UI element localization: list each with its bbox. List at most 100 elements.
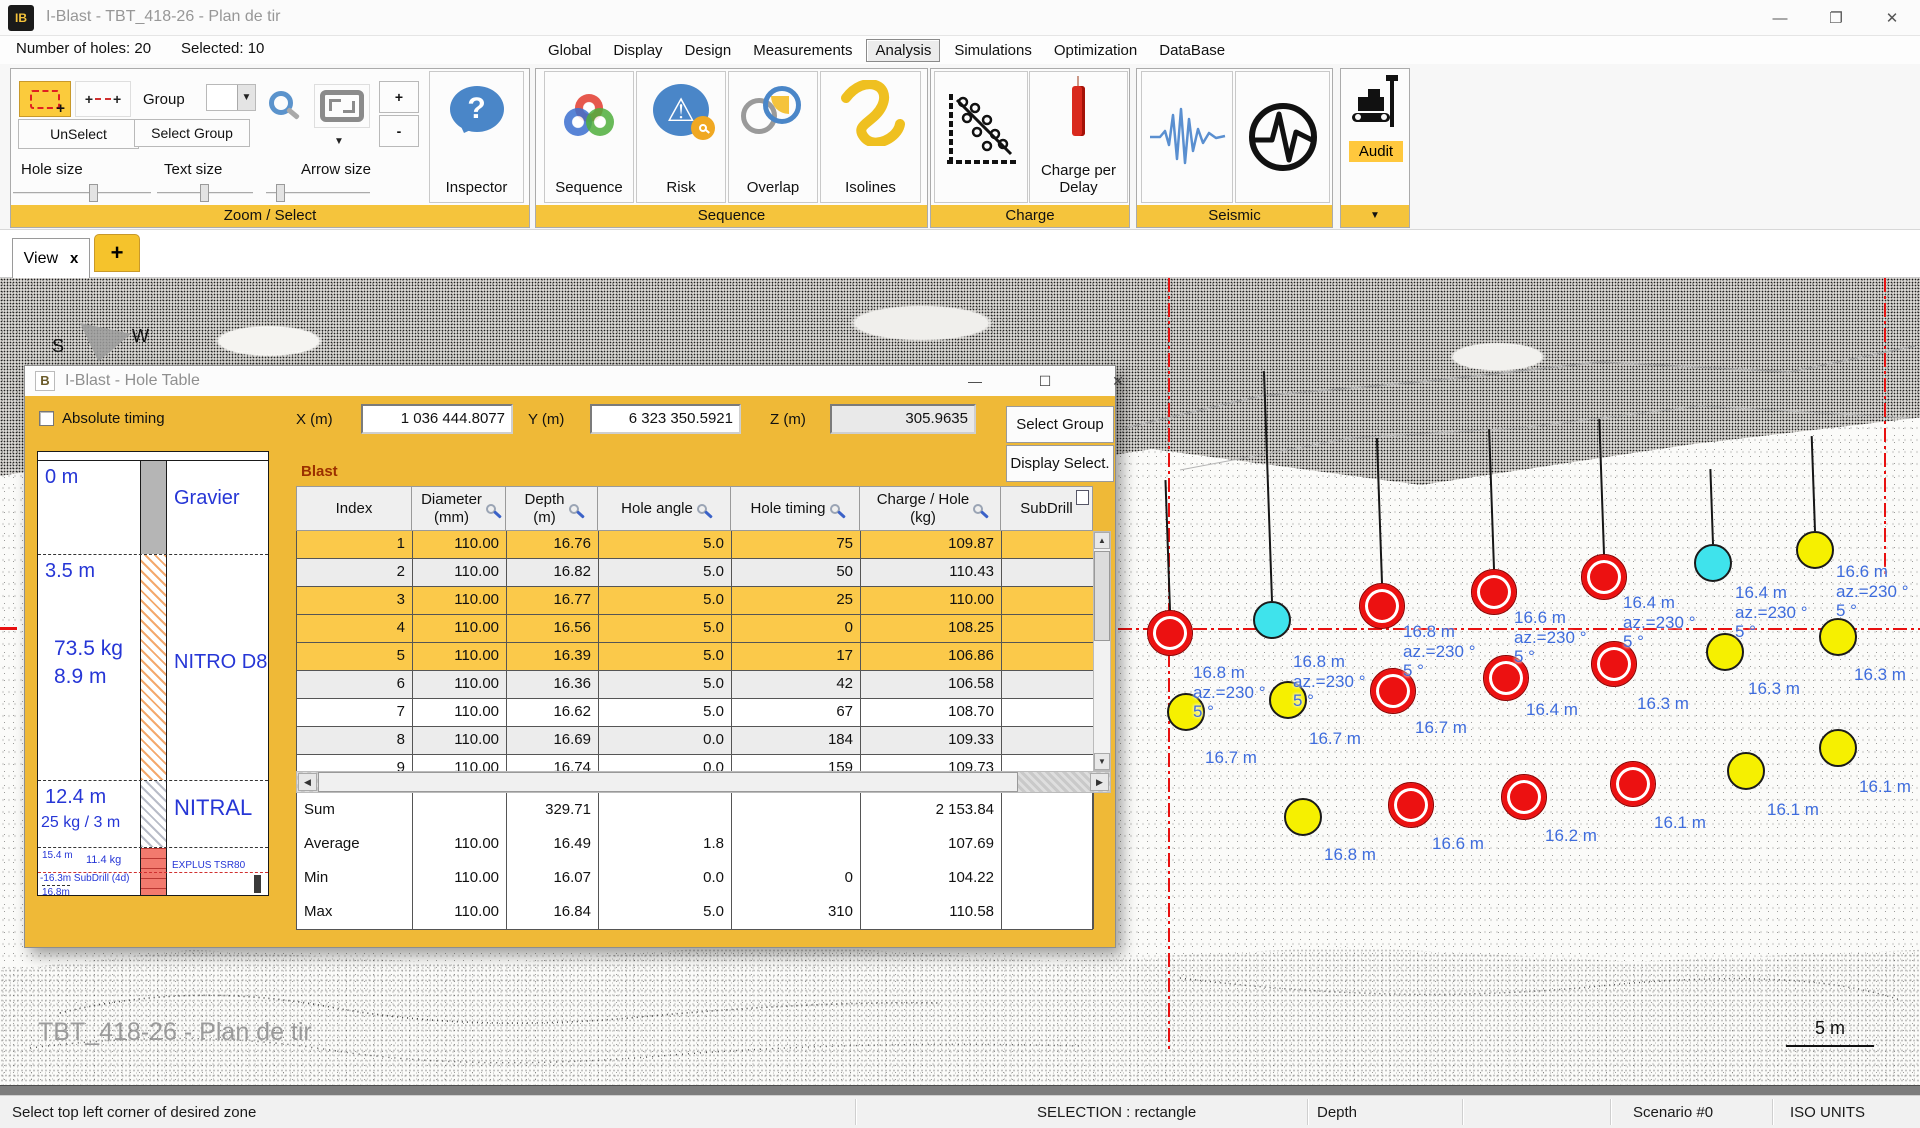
table-row[interactable]: 1110.0016.765.075109.87 [297, 531, 1111, 559]
select-group-window-button[interactable]: Select Group [1006, 406, 1114, 443]
horizontal-scrollbar[interactable]: ◀ ▶ [296, 771, 1111, 793]
arrow-size-slider[interactable] [266, 184, 370, 202]
zoom-in-button[interactable]: + [379, 81, 419, 113]
table-cell[interactable] [1002, 587, 1094, 615]
table-cell[interactable]: 110.00 [413, 615, 507, 643]
table-cell[interactable] [1002, 727, 1094, 755]
table-cell[interactable]: 16.36 [507, 671, 599, 699]
table-cell[interactable]: 106.58 [861, 671, 1002, 699]
table-cell[interactable]: 184 [732, 727, 861, 755]
table-cell[interactable]: 25 [732, 587, 861, 615]
drill-rig-icon[interactable] [1350, 75, 1402, 139]
charge-per-delay-button[interactable]: Charge per Delay [1029, 71, 1128, 203]
vertical-scrollbar[interactable]: ▲ ▼ [1093, 531, 1111, 771]
menu-item-design[interactable]: Design [677, 40, 740, 61]
col-header-index[interactable]: Index [296, 486, 412, 531]
blast-hole-red[interactable] [1501, 774, 1547, 820]
table-cell[interactable] [1002, 671, 1094, 699]
table-cell[interactable]: 109.87 [861, 531, 1002, 559]
blast-hole-yellow[interactable] [1284, 798, 1322, 836]
scroll-left-icon[interactable]: ◀ [298, 773, 317, 791]
risk-button[interactable]: ⚠ Risk [636, 71, 726, 203]
table-cell[interactable] [1002, 531, 1094, 559]
table-cell[interactable]: 5.0 [599, 615, 732, 643]
menu-item-simulations[interactable]: Simulations [946, 40, 1040, 61]
filter-magnifier-icon[interactable] [486, 504, 496, 514]
table-cell[interactable] [1002, 643, 1094, 671]
table-cell[interactable]: 16.76 [507, 531, 599, 559]
filter-magnifier-icon[interactable] [569, 504, 579, 514]
audit-group-footer[interactable]: ▼ [1341, 205, 1409, 227]
x-coord-field[interactable]: 1 036 444.8077 [361, 404, 513, 434]
table-cell[interactable]: 16.62 [507, 699, 599, 727]
table-cell[interactable]: 16.39 [507, 643, 599, 671]
blast-hole-red[interactable] [1359, 583, 1405, 629]
measure-button[interactable]: ++ [75, 81, 131, 117]
table-cell[interactable]: 106.86 [861, 643, 1002, 671]
table-cell[interactable]: 110.00 [861, 587, 1002, 615]
table-cell[interactable]: 5.0 [599, 559, 732, 587]
text-size-slider[interactable] [157, 184, 253, 202]
menu-item-database[interactable]: DataBase [1151, 40, 1233, 61]
blast-hole-yellow[interactable] [1819, 618, 1857, 656]
table-row[interactable]: 7110.0016.625.067108.70 [297, 699, 1111, 727]
table-row[interactable]: 8110.0016.690.0184109.33 [297, 727, 1111, 755]
table-cell[interactable]: 109.73 [861, 755, 1002, 771]
select-group-button[interactable]: Select Group [134, 119, 250, 147]
isolines-button[interactable]: Isolines [820, 71, 921, 203]
table-row[interactable]: 3110.0016.775.025110.00 [297, 587, 1111, 615]
filter-magnifier-icon[interactable] [830, 504, 840, 514]
table-cell[interactable]: 0.0 [599, 727, 732, 755]
table-cell[interactable]: 6 [297, 671, 413, 699]
overlap-button[interactable]: Overlap [728, 71, 818, 203]
table-cell[interactable]: 5.0 [599, 587, 732, 615]
zoom-magnifier-icon[interactable] [269, 91, 293, 115]
hole-size-slider[interactable] [13, 184, 151, 202]
group-dropdown[interactable]: ▼ [206, 84, 256, 111]
scroll-right-icon[interactable]: ▶ [1090, 773, 1109, 791]
charge-scatter-button[interactable] [934, 71, 1028, 203]
filter-magnifier-icon[interactable] [973, 504, 983, 514]
blast-hole-red[interactable] [1471, 569, 1517, 615]
col-header-subdrill[interactable]: SubDrill [1001, 486, 1093, 531]
menu-item-display[interactable]: Display [605, 40, 670, 61]
checkbox-icon[interactable] [39, 411, 54, 426]
zoom-out-button[interactable]: - [379, 115, 419, 147]
blast-hole-red[interactable] [1147, 610, 1193, 656]
subdrill-table-icon[interactable] [1076, 490, 1089, 505]
table-cell[interactable]: 8 [297, 727, 413, 755]
blast-hole-red[interactable] [1610, 761, 1656, 807]
table-cell[interactable]: 16.56 [507, 615, 599, 643]
table-cell[interactable]: 110.00 [413, 671, 507, 699]
fit-view-dropdown-icon[interactable]: ▼ [334, 131, 344, 148]
table-cell[interactable]: 7 [297, 699, 413, 727]
table-cell[interactable]: 108.25 [861, 615, 1002, 643]
table-cell[interactable]: 16.74 [507, 755, 599, 771]
hole-table-close-icon[interactable]: ✕ [1103, 370, 1133, 392]
table-cell[interactable] [1002, 755, 1094, 771]
audit-button[interactable]: Audit [1349, 141, 1403, 162]
display-select-button[interactable]: Display Select. [1006, 445, 1114, 482]
table-cell[interactable]: 17 [732, 643, 861, 671]
table-cell[interactable]: 109.33 [861, 727, 1002, 755]
hole-table-minimize-icon[interactable]: — [960, 370, 990, 392]
scroll-down-icon[interactable]: ▼ [1094, 753, 1110, 770]
table-row[interactable]: 4110.0016.565.00108.25 [297, 615, 1111, 643]
table-body[interactable]: 1110.0016.765.075109.872110.0016.825.050… [296, 531, 1111, 771]
table-cell[interactable]: 1 [297, 531, 413, 559]
scroll-up-icon[interactable]: ▲ [1094, 532, 1110, 549]
table-cell[interactable]: 0 [732, 615, 861, 643]
new-tab-button[interactable]: + [94, 234, 140, 272]
table-cell[interactable]: 2 [297, 559, 413, 587]
table-cell[interactable] [1002, 559, 1094, 587]
col-header-depth[interactable]: Depth (m) [506, 486, 598, 531]
table-cell[interactable]: 110.00 [413, 643, 507, 671]
table-cell[interactable]: 110.00 [413, 727, 507, 755]
table-cell[interactable]: 108.70 [861, 699, 1002, 727]
rectangle-select-button[interactable] [19, 81, 71, 117]
minimize-icon[interactable]: — [1752, 0, 1808, 36]
menu-item-analysis[interactable]: Analysis [866, 39, 940, 62]
blast-hole-cyan[interactable] [1253, 601, 1291, 639]
seismic-monitor-button[interactable] [1235, 71, 1330, 203]
table-cell[interactable]: 110.43 [861, 559, 1002, 587]
